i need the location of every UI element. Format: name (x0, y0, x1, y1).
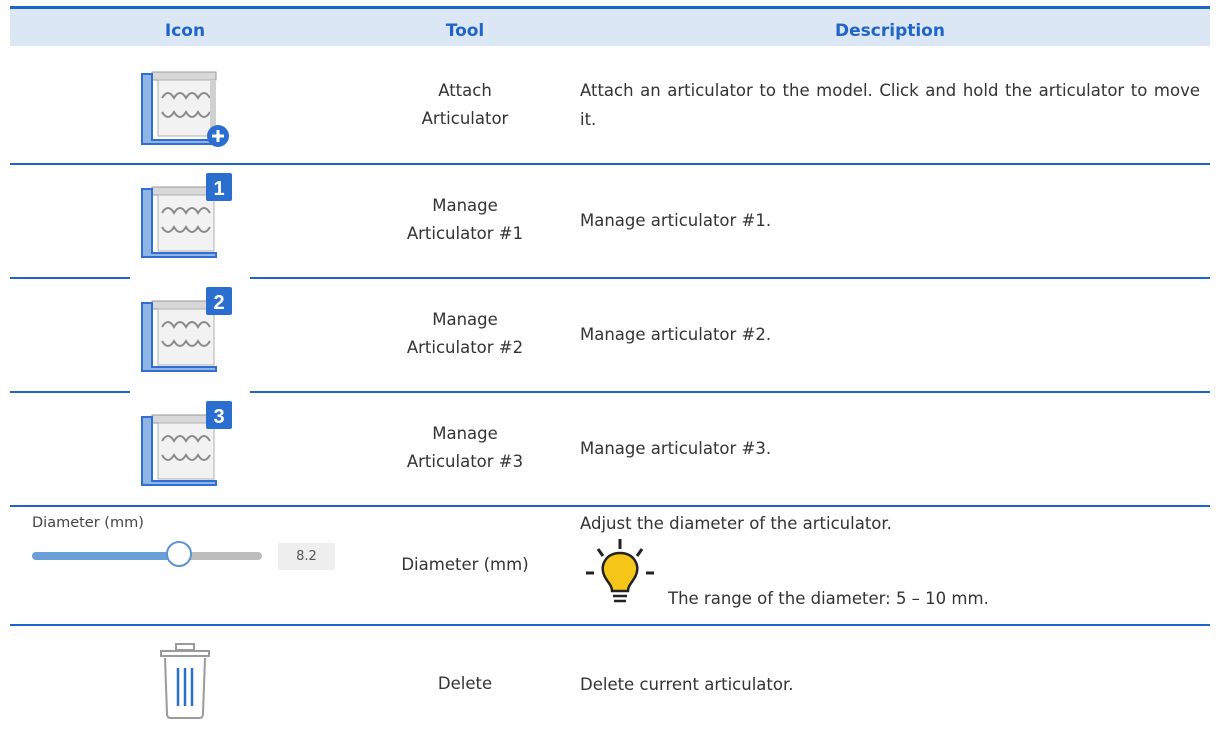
lightbulb-icon (586, 539, 654, 603)
diameter-slider: Diameter (mm) 8.2 (10, 505, 360, 624)
articulator-2-icon[interactable]: 2 (138, 287, 238, 377)
icon-cell (10, 624, 360, 744)
icon-cell: 1 (10, 163, 360, 277)
table-row: Diameter (mm) 8.2 Diameter (mm) Adjust t… (10, 505, 1210, 624)
table-row: 2 Manage Articulator #2 Manage articulat… (10, 277, 1210, 391)
header-description: Description (835, 21, 945, 41)
trash-icon[interactable] (158, 642, 212, 720)
tool-manage-articulator-1: Manage Articulator #1 (406, 196, 524, 243)
description-text: Adjust the diameter of the articulator. (580, 514, 892, 533)
description-text: Manage articulator #3. (580, 438, 772, 458)
icon-cell: 2 (10, 277, 360, 391)
slider-label: Diameter (mm) (32, 515, 144, 531)
table-row: 3 Manage Articulator #3 Manage articulat… (10, 391, 1210, 505)
description-cell: Delete current articulator. (580, 624, 1200, 744)
badge-number: 1 (213, 178, 224, 200)
tool-name: Diameter (mm) (360, 505, 570, 624)
articulator-1-icon[interactable]: 1 (138, 173, 238, 263)
icon-cell: 3 (10, 391, 360, 505)
articulator-3-icon[interactable]: 3 (138, 401, 238, 491)
header-icon: Icon (164, 21, 206, 41)
table-row: Attach Articulator Attach an articulator… (10, 46, 1210, 163)
icon-cell (10, 46, 360, 163)
tool-attach-articulator: Attach Articulator (421, 80, 509, 128)
description-text: Manage articulator #2. (580, 324, 772, 344)
description-cell: Manage articulator #2. (580, 277, 1200, 391)
table-row: 1 Manage Articulator #1 Manage articulat… (10, 163, 1210, 277)
slider-track[interactable] (32, 552, 262, 560)
tool-name: Manage Articulator #2 (360, 277, 570, 391)
tool-name: Attach Articulator (360, 46, 570, 163)
description-cell: Attach an articulator to the model. Clic… (580, 46, 1200, 163)
tool-manage-articulator-2: Manage Articulator #2 (406, 310, 524, 357)
slider-fill (32, 552, 180, 560)
tool-delete: Delete (437, 674, 493, 693)
tool-name: Delete (360, 624, 570, 744)
description-cell: Manage articulator #1. (580, 163, 1200, 277)
tip-text: The range of the diameter: 5 – 10 mm. (668, 589, 989, 608)
table-row: Delete Delete current articulator. (10, 624, 1210, 744)
tool-manage-articulator-3: Manage Articulator #3 (406, 424, 524, 471)
description-text: Attach an articulator to the model. Clic… (580, 80, 1200, 129)
description-text: Delete current articulator. (580, 674, 794, 694)
description-text: Manage articulator #1. (580, 210, 772, 230)
badge-number: 3 (213, 406, 224, 428)
description-cell: Manage articulator #3. (580, 391, 1200, 505)
slider-value-box[interactable]: 8.2 (278, 543, 335, 570)
table-header: Icon Tool Description (10, 9, 1210, 46)
header-tool: Tool (445, 21, 485, 41)
slider-handle[interactable] (166, 541, 193, 567)
tool-name: Manage Articulator #3 (360, 391, 570, 505)
tool-name: Manage Articulator #1 (360, 163, 570, 277)
tool-diameter: Diameter (mm) (401, 554, 529, 574)
articulator-add-icon[interactable] (138, 70, 238, 152)
badge-number: 2 (213, 292, 224, 314)
description-cell: Adjust the diameter of the articulator. … (580, 505, 1200, 624)
